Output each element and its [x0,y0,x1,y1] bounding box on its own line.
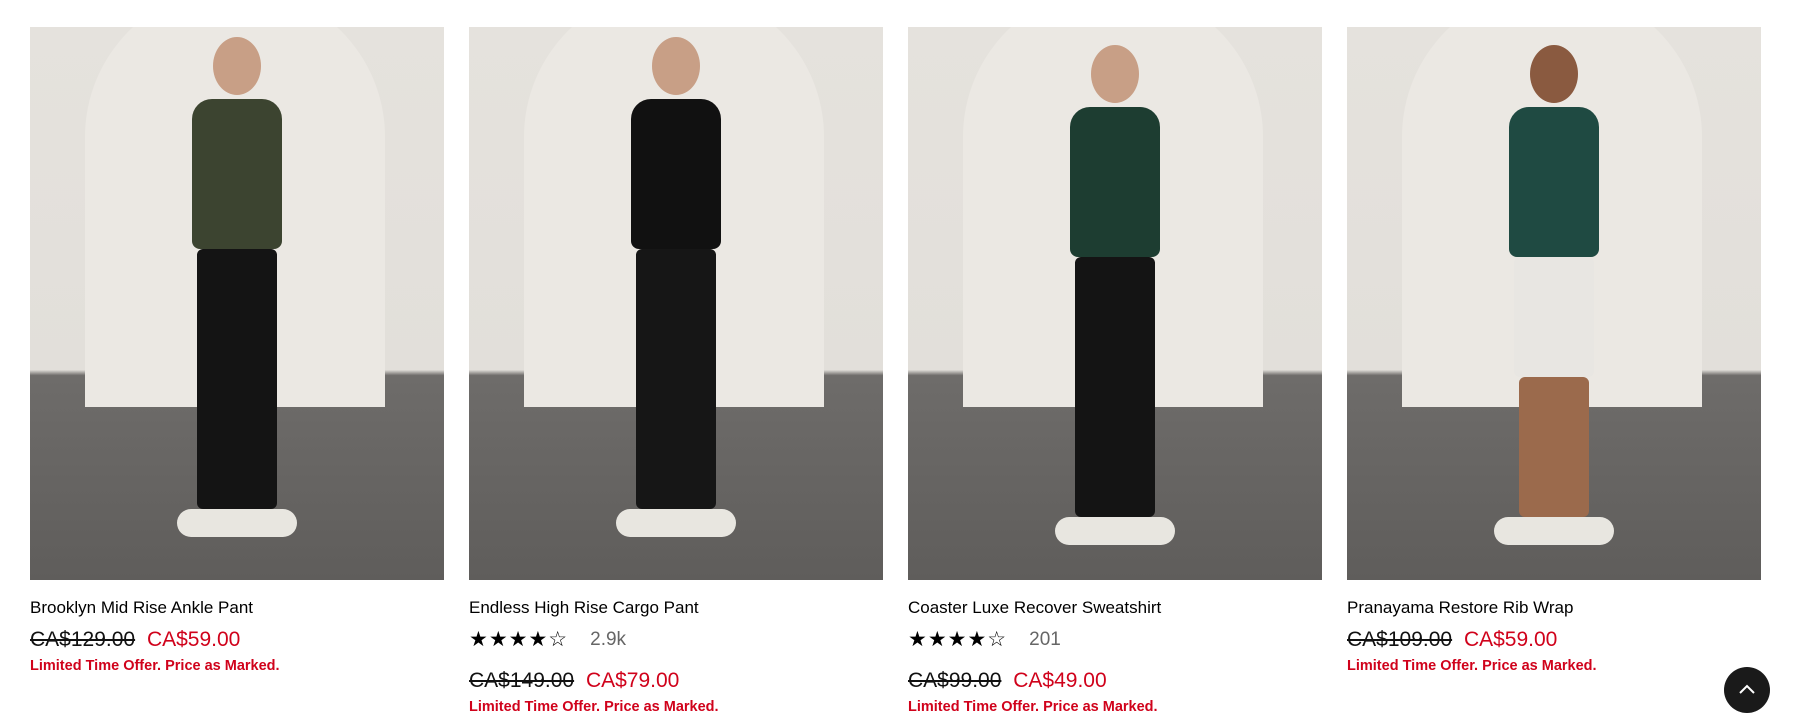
price-row: CA$99.00 CA$49.00 [908,667,1322,695]
promo-text: Limited Time Offer. Price as Marked. [30,658,280,674]
original-price: CA$149.00 [469,669,575,692]
chevron-up-icon [1739,684,1755,694]
product-grid: Brooklyn Mid Rise Ankle Pant CA$129.00 C… [30,27,1761,716]
scroll-to-top-button[interactable] [1724,667,1770,713]
sale-price: CA$79.00 [585,669,680,692]
product-image[interactable] [30,27,444,580]
product-card[interactable]: Brooklyn Mid Rise Ankle Pant CA$129.00 C… [30,27,444,716]
model-figure [1494,45,1614,545]
product-title[interactable]: Brooklyn Mid Rise Ankle Pant [30,597,444,619]
price-row: CA$129.00 CA$59.00 [30,626,444,654]
sale-price: CA$59.00 [146,628,241,651]
price-row: CA$109.00 CA$59.00 [1347,626,1761,654]
original-price: CA$109.00 [1347,628,1453,651]
original-price: CA$129.00 [30,628,136,651]
original-price: CA$99.00 [908,669,1002,692]
promo-text: Limited Time Offer. Price as Marked. [908,699,1158,715]
review-count: 201 [1029,629,1061,650]
product-title[interactable]: Endless High Rise Cargo Pant [469,597,883,619]
sale-price: CA$49.00 [1013,669,1107,692]
review-count: 2.9k [590,629,627,650]
price-row: CA$149.00 CA$79.00 [469,667,883,695]
product-card[interactable]: Coaster Luxe Recover Sweatshirt ★★★★☆ 20… [908,27,1322,716]
star-rating: ★★★★☆ [908,628,1008,651]
product-title[interactable]: Pranayama Restore Rib Wrap [1347,597,1761,619]
rating-row[interactable]: ★★★★☆ 201 [908,628,1322,652]
product-image[interactable] [908,27,1322,580]
product-title[interactable]: Coaster Luxe Recover Sweatshirt [908,597,1322,619]
model-figure [616,37,736,537]
model-figure [177,37,297,537]
product-image[interactable] [1347,27,1761,580]
product-image[interactable] [469,27,883,580]
rating-row[interactable]: ★★★★☆ 2.9k [469,628,883,652]
model-figure [1055,45,1175,545]
product-card[interactable]: Endless High Rise Cargo Pant ★★★★☆ 2.9k … [469,27,883,716]
promo-text: Limited Time Offer. Price as Marked. [1347,658,1597,674]
product-card[interactable]: Pranayama Restore Rib Wrap CA$109.00 CA$… [1347,27,1761,716]
promo-text: Limited Time Offer. Price as Marked. [469,699,719,715]
star-rating: ★★★★☆ [469,628,569,651]
sale-price: CA$59.00 [1463,628,1558,651]
